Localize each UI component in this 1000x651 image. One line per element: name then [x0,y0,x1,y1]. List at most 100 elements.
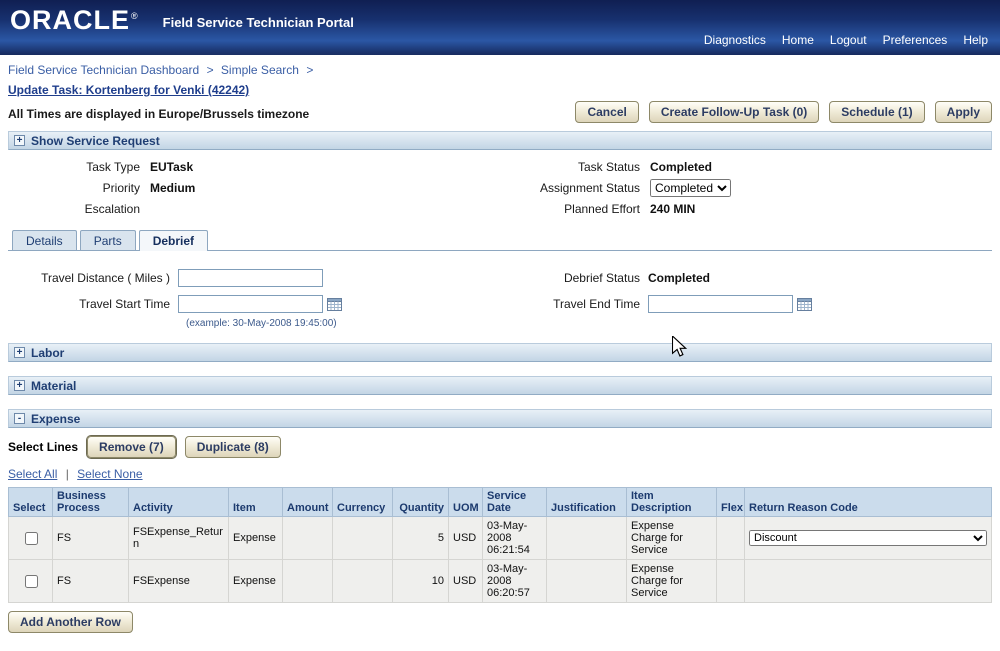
col-header-select: Select [8,487,53,517]
section-title: Labor [31,345,65,360]
tab-debrief[interactable]: Debrief [138,230,209,251]
cell-uom: USD [448,516,483,560]
action-buttons: Cancel Create Follow-Up Task (0) Schedul… [575,101,992,123]
debrief-status-label: Debrief Status [563,271,640,285]
expand-icon: + [14,347,25,358]
cell-currency [332,559,393,603]
breadcrumb-separator: > [206,63,214,77]
escalation-label: Escalation [84,202,140,216]
apply-button[interactable]: Apply [934,101,992,123]
expand-icon: + [14,135,25,146]
section-title: Show Service Request [31,133,160,148]
cell-justification [546,516,627,560]
col-header-uom: UOM [448,487,483,517]
tab-parts[interactable]: Parts [79,230,136,250]
registered-mark: ® [131,11,139,21]
cell-business-process: FS [52,559,129,603]
travel-start-time-input[interactable] [178,295,323,313]
cell-service-date: 03-May-2008 06:21:54 [482,516,547,560]
oracle-logo: ORACLE® [10,7,139,34]
page-title: Update Task: Kortenberg for Venki (42242… [8,83,250,97]
task-type-label: Task Type [86,160,140,174]
breadcrumb-separator: > [306,63,314,77]
travel-end-time-input[interactable] [648,295,793,313]
tab-bar: Details Parts Debrief [8,230,992,251]
add-another-row-button[interactable]: Add Another Row [8,611,133,633]
cell-justification [546,559,627,603]
remove-button[interactable]: Remove (7) [87,436,176,458]
planned-effort-value: 240 MIN [650,202,696,216]
col-header-return-reason-code: Return Reason Code [744,487,992,517]
cell-activity: FSExpense_Return [128,516,229,560]
nav-home[interactable]: Home [782,33,814,47]
col-header-quantity: Quantity [392,487,449,517]
table-header-row: Select Business Process Activity Item Am… [8,487,992,517]
app-title: Field Service Technician Portal [162,14,354,30]
cancel-button[interactable]: Cancel [575,101,639,123]
debrief-status-value: Completed [648,271,711,285]
assignment-status-label: Assignment Status [539,181,640,195]
app-header: ORACLE® Field Service Technician Portal … [0,0,1000,55]
expense-section-header[interactable]: - Expense [8,409,992,428]
cell-amount [282,559,333,603]
cell-select [8,516,53,560]
cell-service-date: 03-May-2008 06:20:57 [482,559,547,603]
cell-business-process: FS [52,516,129,560]
task-summary-fields: Task Type EUTask Priority Medium Escalat… [0,150,1000,228]
expand-icon: + [14,380,25,391]
col-header-activity: Activity [128,487,229,517]
calendar-icon [797,298,812,311]
material-section-header[interactable]: + Material [8,376,992,395]
top-nav: Diagnostics Home Logout Preferences Help [704,33,988,47]
link-divider: | [65,467,69,481]
assignment-status-select[interactable]: Completed [650,179,731,197]
travel-start-calendar-button[interactable] [327,297,342,311]
nav-help[interactable]: Help [963,33,988,47]
labor-section-header[interactable]: + Labor [8,343,992,362]
col-header-justification: Justification [546,487,627,517]
timezone-note: All Times are displayed in Europe/Brusse… [8,107,310,121]
cell-flex [716,559,745,603]
oracle-wordmark: ORACLE [10,5,130,35]
nav-diagnostics[interactable]: Diagnostics [704,33,766,47]
col-header-service-date: Service Date [482,487,547,517]
task-status-value: Completed [650,160,713,174]
row-select-checkbox[interactable] [24,574,38,588]
nav-logout[interactable]: Logout [830,33,867,47]
cell-quantity: 10 [392,559,449,603]
breadcrumb-simple-search-link[interactable]: Simple Search [221,63,299,77]
breadcrumb-dashboard-link[interactable]: Field Service Technician Dashboard [8,63,199,77]
priority-label: Priority [102,181,140,195]
cell-uom: USD [448,559,483,603]
show-service-request-section-header[interactable]: + Show Service Request [8,131,992,150]
cell-item: Expense [228,559,283,603]
schedule-button[interactable]: Schedule (1) [829,101,925,123]
nav-preferences[interactable]: Preferences [883,33,948,47]
cell-activity: FSExpense [128,559,229,603]
section-title: Material [31,378,77,393]
select-none-link[interactable]: Select None [77,467,142,481]
col-header-item: Item [228,487,283,517]
cell-return-reason-code [744,559,992,603]
travel-distance-label: Travel Distance ( Miles ) [41,271,170,285]
cell-quantity: 5 [392,516,449,560]
travel-distance-input[interactable] [178,269,323,287]
expense-table: Select Business Process Activity Item Am… [8,487,992,603]
cell-item-description: Expense Charge for Service [626,516,717,560]
return-reason-code-select[interactable]: Discount [749,530,987,546]
debrief-tab-panel: Travel Distance ( Miles ) Travel Start T… [0,251,1000,343]
tab-details[interactable]: Details [12,230,77,250]
cell-item: Expense [228,516,283,560]
col-header-currency: Currency [332,487,393,517]
expense-select-lines-row: Select Lines Remove (7) Duplicate (8) [8,436,992,458]
row-select-checkbox[interactable] [24,531,38,545]
section-title: Expense [31,411,81,426]
select-all-link[interactable]: Select All [8,467,57,481]
duplicate-button[interactable]: Duplicate (8) [184,436,281,458]
cell-select [8,559,53,603]
travel-end-calendar-button[interactable] [797,297,812,311]
create-followup-task-button[interactable]: Create Follow-Up Task (0) [648,101,820,123]
calendar-icon [327,298,342,311]
cell-currency [332,516,393,560]
breadcrumb: Field Service Technician Dashboard > Sim… [0,55,1000,80]
